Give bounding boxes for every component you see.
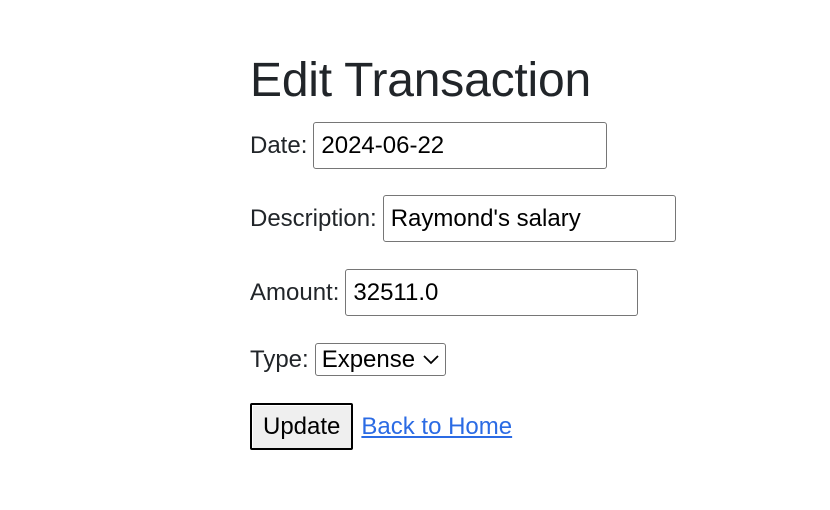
actions-row: Update Back to Home (250, 403, 676, 450)
back-to-home-link[interactable]: Back to Home (361, 413, 512, 441)
chevron-down-icon (423, 354, 439, 365)
amount-label: Amount: (250, 278, 340, 306)
amount-field[interactable] (345, 269, 639, 316)
type-selected-value: Expense (321, 345, 416, 373)
description-row: Description: (250, 195, 676, 242)
description-field[interactable] (382, 195, 676, 242)
edit-transaction-form: Edit Transaction Date: Description: Amou… (250, 52, 676, 450)
page-title: Edit Transaction (250, 54, 591, 107)
type-row: Type: Expense (250, 343, 676, 376)
update-button[interactable]: Update (250, 403, 354, 450)
amount-row: Amount: (250, 269, 676, 316)
description-label: Description: (250, 204, 377, 232)
type-select[interactable]: Expense (314, 343, 447, 376)
date-field[interactable] (313, 122, 608, 169)
date-label: Date: (250, 131, 308, 159)
date-row: Date: (250, 122, 676, 169)
type-label: Type: (250, 345, 309, 373)
